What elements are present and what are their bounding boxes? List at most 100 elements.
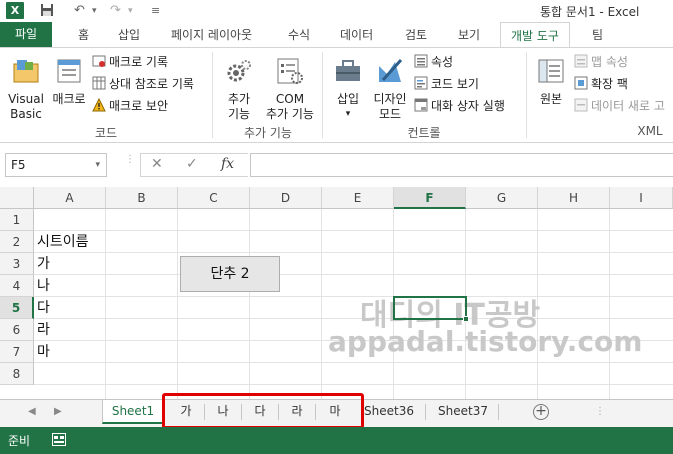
ribbon-developer: Visual Basic 매크로 매크로 기록 상대 참조로 기록 매크로 보안…	[0, 47, 673, 143]
refresh-data-button[interactable]: 데이터 새로 고	[574, 97, 665, 115]
redo-dropdown-icon[interactable]: ▾	[128, 6, 133, 16]
toolbox-icon	[328, 56, 368, 90]
map-properties-button[interactable]: 맵 속성	[574, 53, 628, 71]
sheet-tab-sheet1[interactable]: Sheet1	[102, 400, 164, 424]
macro-security-button[interactable]: 매크로 보안	[92, 97, 168, 115]
gridline	[34, 318, 673, 319]
tab-file[interactable]: 파일	[0, 22, 52, 48]
gridline	[321, 209, 322, 399]
gridline	[34, 384, 673, 385]
insert-function-icon[interactable]: fx	[221, 156, 234, 172]
relative-reference-icon	[92, 76, 106, 90]
column-header-b[interactable]: B	[106, 187, 178, 209]
addins-button[interactable]: 추가 기능	[218, 56, 260, 122]
cell-a6[interactable]: 라	[34, 319, 50, 341]
com-addins-button[interactable]: COM 추가 기능	[262, 56, 318, 122]
fill-handle[interactable]	[463, 316, 469, 322]
run-dialog-icon	[414, 98, 428, 112]
properties-button[interactable]: 속성	[414, 53, 453, 71]
add-sheet-icon[interactable]: +	[533, 404, 549, 420]
cell-a4[interactable]: 나	[34, 275, 50, 297]
undo-dropdown-icon[interactable]: ▾	[92, 6, 97, 16]
cell-a7[interactable]: 마	[34, 341, 50, 363]
group-separator	[526, 52, 527, 138]
run-dialog-button[interactable]: 대화 상자 실행	[414, 97, 505, 115]
row-header-3[interactable]: 3	[0, 253, 34, 275]
column-header-c[interactable]: C	[178, 187, 250, 209]
design-mode-button[interactable]: 디자인 모드	[370, 56, 410, 122]
xml-source-button[interactable]: 원본	[532, 56, 570, 107]
tab-view[interactable]: 보기	[458, 26, 480, 43]
redo-icon[interactable]: ↷	[110, 3, 121, 18]
refresh-data-icon	[574, 98, 588, 112]
status-bar: 준비	[0, 427, 673, 454]
insert-control-label: 삽입	[336, 92, 360, 106]
tab-insert[interactable]: 삽입	[118, 26, 140, 43]
warning-icon	[92, 97, 106, 112]
column-header-a[interactable]: A	[34, 187, 106, 209]
resize-handle-icon[interactable]: ⋮	[125, 155, 135, 172]
cancel-icon[interactable]: ✕	[151, 156, 163, 172]
scroll-left-icon[interactable]: ◀	[28, 406, 36, 417]
row-header-7[interactable]: 7	[0, 341, 34, 363]
column-header-h[interactable]: H	[538, 187, 610, 209]
chevron-down-icon[interactable]: ▾	[95, 154, 100, 176]
record-macro-label: 매크로 기록	[109, 55, 169, 69]
row-header-2[interactable]: 2	[0, 231, 34, 253]
customize-icon[interactable]: ≡	[151, 4, 160, 17]
addins-label-1: 추가	[227, 92, 251, 106]
window-title: 통합 문서1 - Excel	[540, 5, 640, 19]
cell-a5[interactable]: 다	[34, 297, 50, 319]
macro-button[interactable]: 매크로	[50, 56, 88, 107]
gridline	[105, 209, 106, 399]
scroll-right-icon[interactable]: ▶	[54, 406, 62, 417]
column-header-f[interactable]: F	[394, 187, 466, 209]
highlight-box	[162, 393, 364, 429]
expansion-packs-button[interactable]: 확장 팩	[574, 75, 628, 93]
row-header-5[interactable]: 5	[0, 297, 34, 319]
enter-icon[interactable]: ✓	[186, 156, 198, 172]
selected-cell[interactable]	[393, 296, 467, 320]
formula-input[interactable]	[250, 153, 673, 177]
com-addins-icon	[262, 56, 318, 90]
view-code-button[interactable]: 코드 보기	[414, 75, 479, 93]
tab-team[interactable]: 팀	[592, 26, 603, 43]
row-header-4[interactable]: 4	[0, 275, 34, 297]
form-button[interactable]: 단추 2	[180, 256, 280, 292]
tab-separator	[498, 404, 499, 420]
tab-splitter-icon[interactable]: ⋮	[595, 406, 605, 417]
column-header-e[interactable]: E	[322, 187, 394, 209]
name-box[interactable]: F5 ▾	[5, 153, 107, 177]
formula-buttons: ✕ ✓ fx	[140, 153, 248, 177]
gridline	[34, 230, 673, 231]
com-addins-label-1: COM	[275, 92, 305, 106]
column-header-d[interactable]: D	[250, 187, 322, 209]
visual-basic-button[interactable]: Visual Basic	[4, 56, 48, 122]
column-header-i[interactable]: I	[610, 187, 673, 209]
tab-developer[interactable]: 개발 도구	[500, 22, 570, 48]
macro-record-icon[interactable]	[52, 433, 66, 446]
column-header-g[interactable]: G	[466, 187, 538, 209]
sheet-tab-sheet36[interactable]: Sheet36	[358, 400, 420, 424]
tab-data[interactable]: 데이터	[340, 26, 373, 43]
xml-source-icon	[532, 56, 570, 90]
tab-home[interactable]: 홈	[78, 26, 89, 43]
undo-icon[interactable]: ↶	[74, 3, 85, 18]
row-header-8[interactable]: 8	[0, 363, 34, 385]
save-icon[interactable]	[40, 3, 54, 21]
tab-formulas[interactable]: 수식	[288, 26, 310, 43]
gridline	[34, 274, 673, 275]
cell-a3[interactable]: 가	[34, 253, 50, 275]
row-header-1[interactable]: 1	[0, 209, 34, 231]
expansion-packs-icon	[574, 76, 588, 90]
sheet-tab-sheet37[interactable]: Sheet37	[430, 400, 496, 424]
gear-icon	[218, 56, 260, 90]
record-macro-button[interactable]: 매크로 기록	[92, 53, 168, 71]
row-header-6[interactable]: 6	[0, 319, 34, 341]
cell-a2[interactable]: 시트이름	[34, 231, 89, 253]
select-all-button[interactable]	[0, 187, 34, 209]
insert-control-button[interactable]: 삽입 ▾	[328, 56, 368, 122]
tab-review[interactable]: 검토	[405, 26, 427, 43]
tab-page-layout[interactable]: 페이지 레이아웃	[171, 26, 252, 43]
relative-reference-button[interactable]: 상대 참조로 기록	[92, 75, 194, 93]
